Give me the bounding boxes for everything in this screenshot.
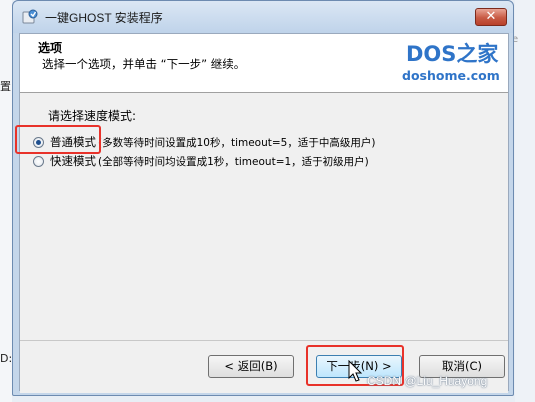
highlight-box-normal-mode bbox=[15, 125, 101, 154]
option-description: (多数等待时间设置成10秒，timeout=5，适于中高级用户) bbox=[98, 136, 376, 149]
radio-option-fast-mode[interactable]: 快速模式 (全部等待时间均设置成1秒，timeout=1，适于初级用户) bbox=[33, 152, 369, 170]
background-text-fragment: 置 bbox=[0, 80, 11, 93]
radio-button[interactable] bbox=[33, 155, 44, 167]
speed-mode-prompt: 请选择速度模式: bbox=[48, 109, 137, 123]
installer-window: 一键GHOST 安装程序 ✕ 选项 选择一个选项，并单击 “下一步” 继续。 D… bbox=[12, 0, 514, 396]
app-icon bbox=[22, 9, 38, 24]
watermark-text: CSDN @Liu_Huayong bbox=[367, 374, 488, 388]
logo-domain-text: doshome.com bbox=[402, 68, 500, 83]
back-button[interactable]: < 返回(B) bbox=[208, 355, 294, 378]
mouse-cursor-icon bbox=[348, 360, 363, 382]
option-description: (全部等待时间均设置成1秒，timeout=1，适于初级用户) bbox=[98, 155, 369, 168]
background-app-right-edge bbox=[515, 0, 535, 402]
wizard-header: 选项 选择一个选项，并单击 “下一步” 继续。 DOS之家 doshome.co… bbox=[20, 34, 508, 93]
background-app-left-edge bbox=[0, 0, 12, 402]
option-label: 快速模式 bbox=[50, 154, 96, 168]
wizard-client-area: 选项 选择一个选项，并单击 “下一步” 继续。 DOS之家 doshome.co… bbox=[19, 33, 509, 393]
close-icon: ✕ bbox=[485, 9, 497, 24]
page-title: 选项 bbox=[38, 41, 63, 55]
window-title: 一键GHOST 安装程序 bbox=[45, 11, 163, 25]
logo-main-text: DOS之家 bbox=[406, 42, 499, 66]
title-bar[interactable]: 一键GHOST 安装程序 ✕ bbox=[13, 1, 513, 33]
doshome-logo: DOS之家 doshome.com bbox=[394, 36, 510, 88]
page-subtitle: 选择一个选项，并单击 “下一步” 继续。 bbox=[42, 57, 246, 71]
close-button[interactable]: ✕ bbox=[475, 8, 507, 26]
